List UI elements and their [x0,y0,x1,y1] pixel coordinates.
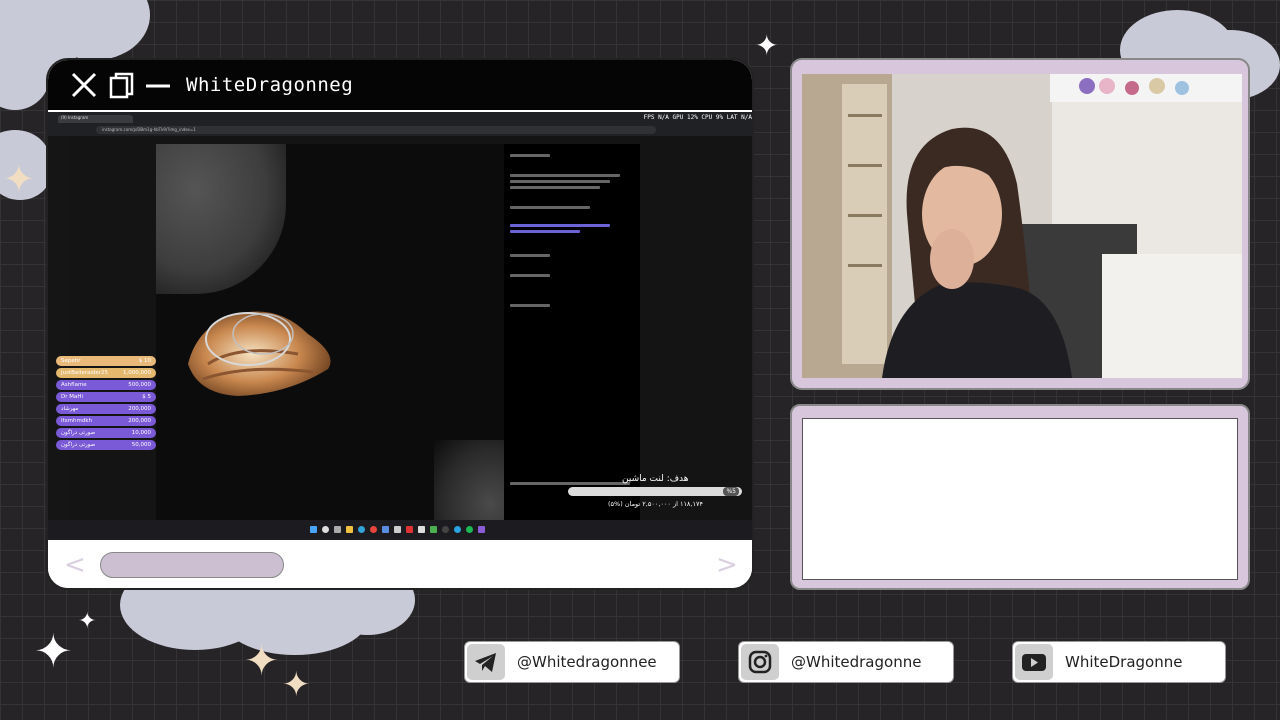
sparkle-icon: ✦ [755,29,779,62]
prev-arrow[interactable]: < [64,550,86,580]
donation-amount: $ 10 [138,358,151,364]
donation-amount: 10,000 [131,430,151,436]
browser-tab[interactable]: (9) Instagram [58,115,133,123]
sparkle-icon: ✦ [282,665,311,705]
rug-texture [156,144,286,294]
comments-panel [504,144,640,520]
sparkle-icon: ✦ [78,609,97,634]
instagram-handle: @Whitedragonne [791,653,922,671]
instagram-sidebar [48,136,68,520]
donor-name: صورتی دراگون [61,430,96,436]
telegram-icon-wrap [467,644,505,680]
donation-amount: 200,000 [128,418,151,424]
next-arrow[interactable]: > [716,550,738,580]
donation-list: Sepehr $ 10 JustBaileraider25 1,000,000 As… [56,356,156,452]
telegram-icon [475,653,496,672]
donation-amount: $ 5 [142,394,151,400]
chrome-icon[interactable] [370,526,377,533]
youtube-handle: WhiteDragonne [1065,653,1183,671]
telegram-icon[interactable] [454,526,461,533]
youtube-social[interactable]: WhiteDragonne [1012,641,1226,683]
webcam-feed [802,74,1242,378]
youtube-icon-wrap [1015,644,1053,680]
store-icon[interactable] [382,526,389,533]
sparkle-icon: ✦ [34,624,73,678]
taskview-icon[interactable] [334,526,341,533]
goal-title: هدف: لنت ماشین [622,474,689,484]
donation-amount: 500,000 [128,382,151,388]
webcam-scene [802,74,1242,378]
donation-row: Itsmhmdkh 200,000 [56,416,156,426]
main-window: WhiteDragonneg (9) Instagram instagram.c… [46,58,754,590]
telegram-social[interactable]: @Whitedragonnee [464,641,680,683]
telegram-handle: @Whitedragonnee [517,653,657,671]
donor-name: JustBaileraider25 [61,370,109,376]
window-title: WhiteDragonneg [186,74,354,96]
donation-row: Ashflame 500,000 [56,380,156,390]
sparkle-icon: ✦ [3,157,35,201]
app-icon[interactable] [430,526,437,533]
app-icon[interactable] [406,526,413,533]
folder-icon[interactable] [346,526,353,533]
goal-percent: %5 [723,487,739,496]
spotify-icon[interactable] [466,526,473,533]
donation-row: صورتی دراگون 10,000 [56,428,156,438]
donation-amount: 1,000,000 [123,370,151,376]
goal-progress-bar: %5 [568,487,742,496]
donation-row: Dr MaHi $ 5 [56,392,156,402]
close-x-icon[interactable] [70,71,98,99]
post-photo [156,144,504,520]
donation-row: صورتی دراگون 50,000 [56,440,156,450]
donor-name: صورتی دراگون [61,442,96,448]
instagram-icon-wrap [741,644,779,680]
app-icon[interactable] [418,526,425,533]
instagram-icon [748,650,772,674]
youtube-icon [1022,654,1046,671]
goal-amount: ۱۱۸,۱۷۴ از ۲,۵۰۰,۰۰۰ تومان (%۵) [608,500,703,508]
browser-toolbar: (9) Instagram instagram.com/p/DBm1g-hbTk… [48,112,752,136]
address-bar[interactable]: instagram.com/p/DBm1g-hbTk9/?img_index=1 [96,126,656,134]
performance-overlay: FPS N/A GPU 12% CPU 9% LAT N/A [643,114,752,121]
search-icon[interactable] [322,526,329,533]
donation-row: JustBaileraider25 1,000,000 [56,368,156,378]
window-footer: < > [48,540,752,588]
app-icon[interactable] [478,526,485,533]
donor-name: Sepehr [61,358,81,364]
donation-amount: 200,000 [128,406,151,412]
edge-icon[interactable] [358,526,365,533]
webcam-frame [790,58,1250,390]
donor-name: مهرشاد [61,406,79,412]
title-bar: WhiteDragonneg [48,60,752,110]
obs-icon[interactable] [442,526,449,533]
instagram-social[interactable]: @Whitedragonne [738,641,954,683]
stream-capture: (9) Instagram instagram.com/p/DBm1g-hbTk… [48,112,752,540]
donor-name: Dr MaHi [61,394,84,400]
sparkle-icon: ✦ [244,636,280,685]
minimize-icon[interactable] [144,71,172,99]
donor-name: Itsmhmdkh [61,418,93,424]
donation-row: Sepehr $ 10 [56,356,156,366]
windows-start-icon[interactable] [310,526,317,533]
chat-frame [790,404,1250,590]
donation-amount: 50,000 [131,442,151,448]
app-icon[interactable] [394,526,401,533]
copy-icon[interactable] [108,71,136,99]
donation-row: مهرشاد 200,000 [56,404,156,414]
scrollbar-thumb[interactable] [100,552,284,578]
taskbar [48,520,752,540]
rug-texture [434,440,504,520]
donor-name: Ashflame [61,382,87,388]
instagram-page: Sepehr $ 10 JustBaileraider25 1,000,000 As… [48,136,752,520]
seashell-image [188,311,331,396]
chat-box [802,418,1238,580]
